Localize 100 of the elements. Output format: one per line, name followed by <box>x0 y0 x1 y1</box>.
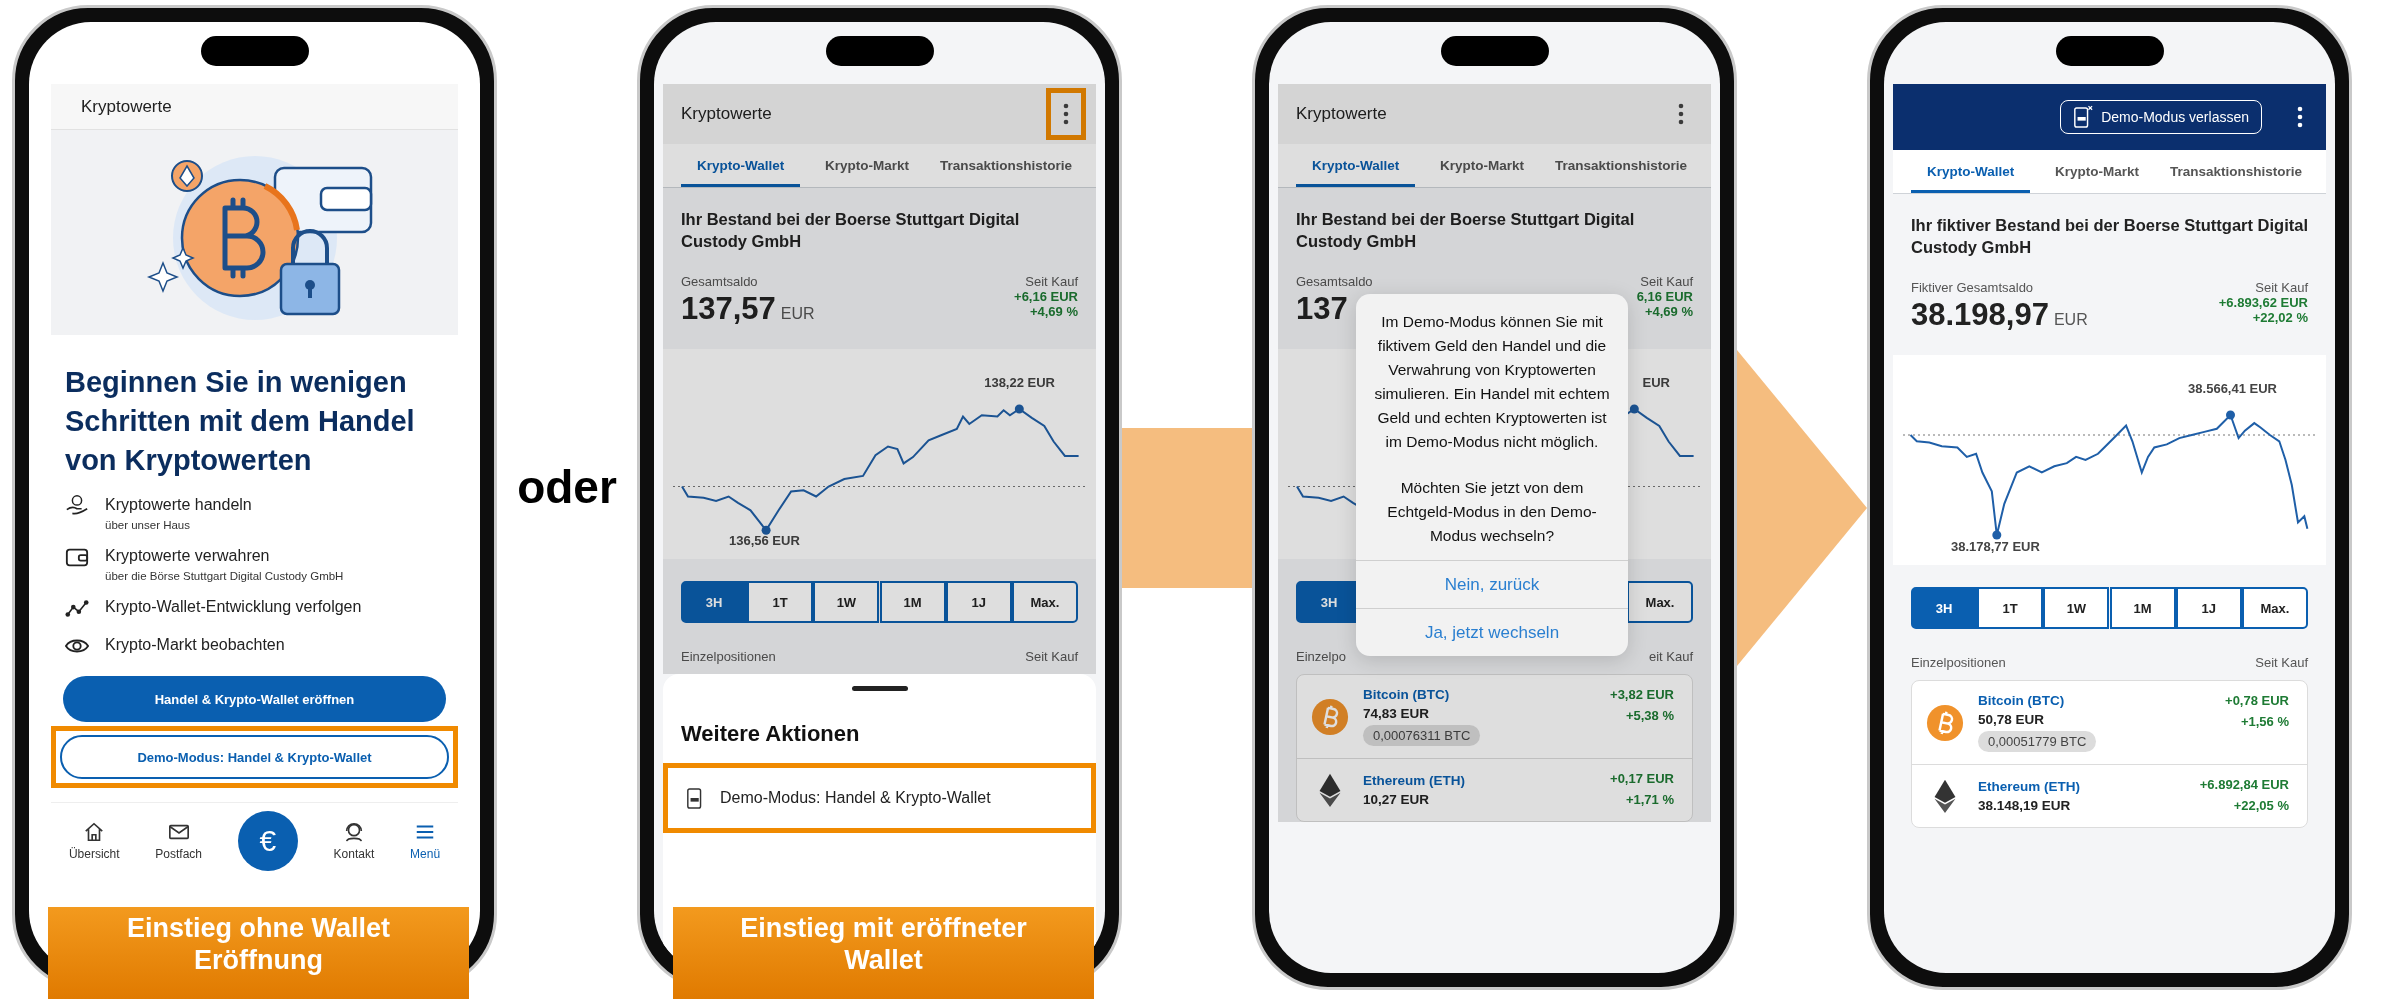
dialog-option[interactable]: Ja, jetzt wechseln <box>1356 608 1628 656</box>
since-purchase-label: Seit Kauf <box>2254 280 2308 295</box>
balance-label: Gesamtsaldo <box>681 274 759 289</box>
time-range-button[interactable]: 1T <box>1977 587 2044 629</box>
asset-quantity-badge: 0,00051779 BTC <box>1978 731 2097 752</box>
euro-button[interactable]: € <box>237 811 298 871</box>
change-amount: +3,82 EUR <box>1610 687 1674 702</box>
time-range-button[interactable]: Max. <box>2241 587 2308 629</box>
change-amount: +0,17 EUR <box>1610 771 1674 786</box>
feature-title: Krypto-Wallet-Entwicklung verfolgen <box>105 597 362 617</box>
holdings-title: Ihr Bestand bei der Boerse Stuttgart Digital Custody GmbH <box>681 209 1021 252</box>
nav-tab[interactable]: Übersicht <box>68 821 120 861</box>
time-range-button[interactable]: Max. <box>1627 581 1693 623</box>
step-caption: Einstieg ohne Wallet Eröffnung <box>48 907 469 999</box>
time-range-button[interactable]: 1W <box>2043 587 2110 629</box>
currency-label: EUR <box>780 305 815 322</box>
bitcoin-icon <box>1926 703 1964 742</box>
balance-label: Gesamtsaldo <box>1296 274 1373 289</box>
tab[interactable]: Krypto-Wallet <box>681 144 801 187</box>
demo-mode-button[interactable]: Demo-Modus: Handel & Krypto-Wallet <box>60 735 449 779</box>
tab[interactable]: Krypto-Markt <box>2049 150 2146 193</box>
dialog-text: Möchten Sie jetzt von dem Echtgeld-Modus in den Demo-Modus wechseln? <box>1386 478 1598 546</box>
time-range-button[interactable]: 1T <box>747 581 814 623</box>
since-purchase-label: Seit Kauf <box>1024 274 1078 289</box>
currency-label: EUR <box>2053 311 2088 328</box>
time-range-button[interactable]: Max. <box>1011 581 1078 623</box>
nav-tab[interactable]: Postfach <box>155 821 203 861</box>
tab[interactable]: Transaktionshistorie <box>2163 150 2308 193</box>
app-header-title: Kryptowerte <box>51 84 458 130</box>
asset-value: 50,78 EUR <box>1978 712 2045 727</box>
tab[interactable]: Krypto-Markt <box>1434 144 1531 187</box>
tab[interactable]: Krypto-Wallet <box>1296 144 1416 187</box>
asset-name[interactable]: Ethereum (ETH) <box>1978 779 2080 794</box>
asset-name[interactable]: Ethereum (ETH) <box>1363 773 1465 788</box>
change-percent: +1,71 % <box>1624 792 1674 807</box>
change-percent: +4,69 % <box>1643 304 1693 319</box>
change-percent: +22,02 % <box>2251 310 2308 325</box>
dialog-option[interactable]: Nein, zurück <box>1356 560 1628 608</box>
asset-name[interactable]: Bitcoin (BTC) <box>1978 693 2065 708</box>
tab[interactable]: Transaktionshistorie <box>1548 144 1693 187</box>
tab[interactable]: Krypto-Markt <box>819 144 916 187</box>
holdings-title: Ihr fiktiver Bestand bei der Boerse Stuttgart Digital Custody GmbH <box>1911 215 2308 258</box>
more-options-icon[interactable] <box>2297 106 2303 128</box>
positions-label: Einzelpo <box>1296 649 1346 664</box>
chart-min-label: 38.178,77 EUR <box>1951 539 2040 554</box>
sheet-title: Weitere Aktionen <box>680 720 861 748</box>
change-amount: +6,16 EUR <box>1014 289 1078 304</box>
change-percent: +5,38 % <box>1624 708 1674 723</box>
asset-value: 74,83 EUR <box>1363 706 1430 721</box>
asset-value: 38.148,19 EUR <box>1978 798 2071 813</box>
since-purchase-label: eit Kauf <box>1648 649 1693 664</box>
demo-phone-icon <box>2073 105 2094 129</box>
asset-name[interactable]: Bitcoin (BTC) <box>1363 687 1450 702</box>
time-range-button[interactable]: 3H <box>681 581 747 623</box>
tab[interactable]: Transaktionshistorie <box>933 144 1078 187</box>
since-purchase-label: Seit Kauf <box>1639 274 1693 289</box>
holdings-title: Ihr Bestand bei der Boerse Stuttgart Digital Custody GmbH <box>1296 209 1636 252</box>
time-range-button[interactable]: 3H <box>1911 587 1977 629</box>
time-range-button[interactable]: 1J <box>945 581 1012 623</box>
time-range-button[interactable]: 1J <box>2175 587 2242 629</box>
nav-tab[interactable]: Menü <box>410 821 441 861</box>
time-range-button[interactable]: 1M <box>2109 587 2176 629</box>
change-amount: +6.893,62 EUR <box>2218 295 2308 310</box>
tab[interactable]: Krypto-Wallet <box>1911 150 2031 193</box>
asset-value: 10,27 EUR <box>1363 792 1430 807</box>
more-options-icon[interactable] <box>1678 103 1684 125</box>
connector-label: oder <box>516 460 618 514</box>
feature-title: Kryptowerte verwahren <box>105 546 271 566</box>
balance-amount: 137,57 <box>681 291 776 326</box>
nav-tab[interactable]: Kontakt <box>333 821 375 861</box>
chart-max-label: 138,22 EUR <box>984 375 1055 390</box>
app-header-title: Kryptowerte <box>681 104 772 124</box>
time-range-button[interactable]: 1M <box>879 581 946 623</box>
leave-demo-button[interactable]: Demo-Modus verlassen <box>2060 100 2262 134</box>
change-percent: +1,56 % <box>2239 714 2289 729</box>
feature-subtitle: über die Börse Stuttgart Digital Custody GmbH <box>105 570 344 582</box>
change-percent: +22,05 % <box>2232 798 2289 813</box>
more-options-icon[interactable] <box>1063 103 1069 125</box>
change-amount: 6,16 EUR <box>1636 289 1693 304</box>
time-range-button[interactable]: 1W <box>813 581 880 623</box>
since-purchase-label: Seit Kauf <box>1025 649 1078 664</box>
chart-max-label: 38.566,41 EUR <box>2188 381 2277 396</box>
change-amount: +6.892,84 EUR <box>2199 777 2289 792</box>
positions-label: Einzelpositionen <box>681 649 776 664</box>
balance-amount: 137 <box>1296 291 1348 326</box>
home-icon <box>83 821 106 843</box>
feature-title: Krypto-Markt beobachten <box>105 635 285 655</box>
positions-label: Einzelpositionen <box>1911 655 2006 670</box>
feature-subtitle: über unser Haus <box>105 519 192 531</box>
open-wallet-button[interactable]: Handel & Krypto-Wallet eröffnen <box>63 676 446 722</box>
sheet-handle[interactable] <box>851 686 908 691</box>
since-purchase-label: Seit Kauf <box>2255 655 2308 670</box>
step-caption: Einstieg mit eröffneter Wallet <box>673 907 1094 999</box>
change-amount: +0,78 EUR <box>2225 693 2289 708</box>
headline: Beginnen Sie in wenigen Schritten mit dem Handel von Kryptowerten <box>64 365 416 478</box>
chart-min-label: 136,56 EUR <box>729 533 800 548</box>
dialog-text: Im Demo-Modus können Sie mit fiktivem Geld den Handel und die Verwahrung von Kryptowerten simulieren. Ein Handel mit echtem Geld und echten Kryptowerten ist im Demo-Modus nicht möglich. <box>1373 312 1611 452</box>
change-percent: +4,69 % <box>1028 304 1078 319</box>
bitcoin-icon <box>1311 697 1349 736</box>
app-header-title: Kryptowerte <box>1296 104 1387 124</box>
